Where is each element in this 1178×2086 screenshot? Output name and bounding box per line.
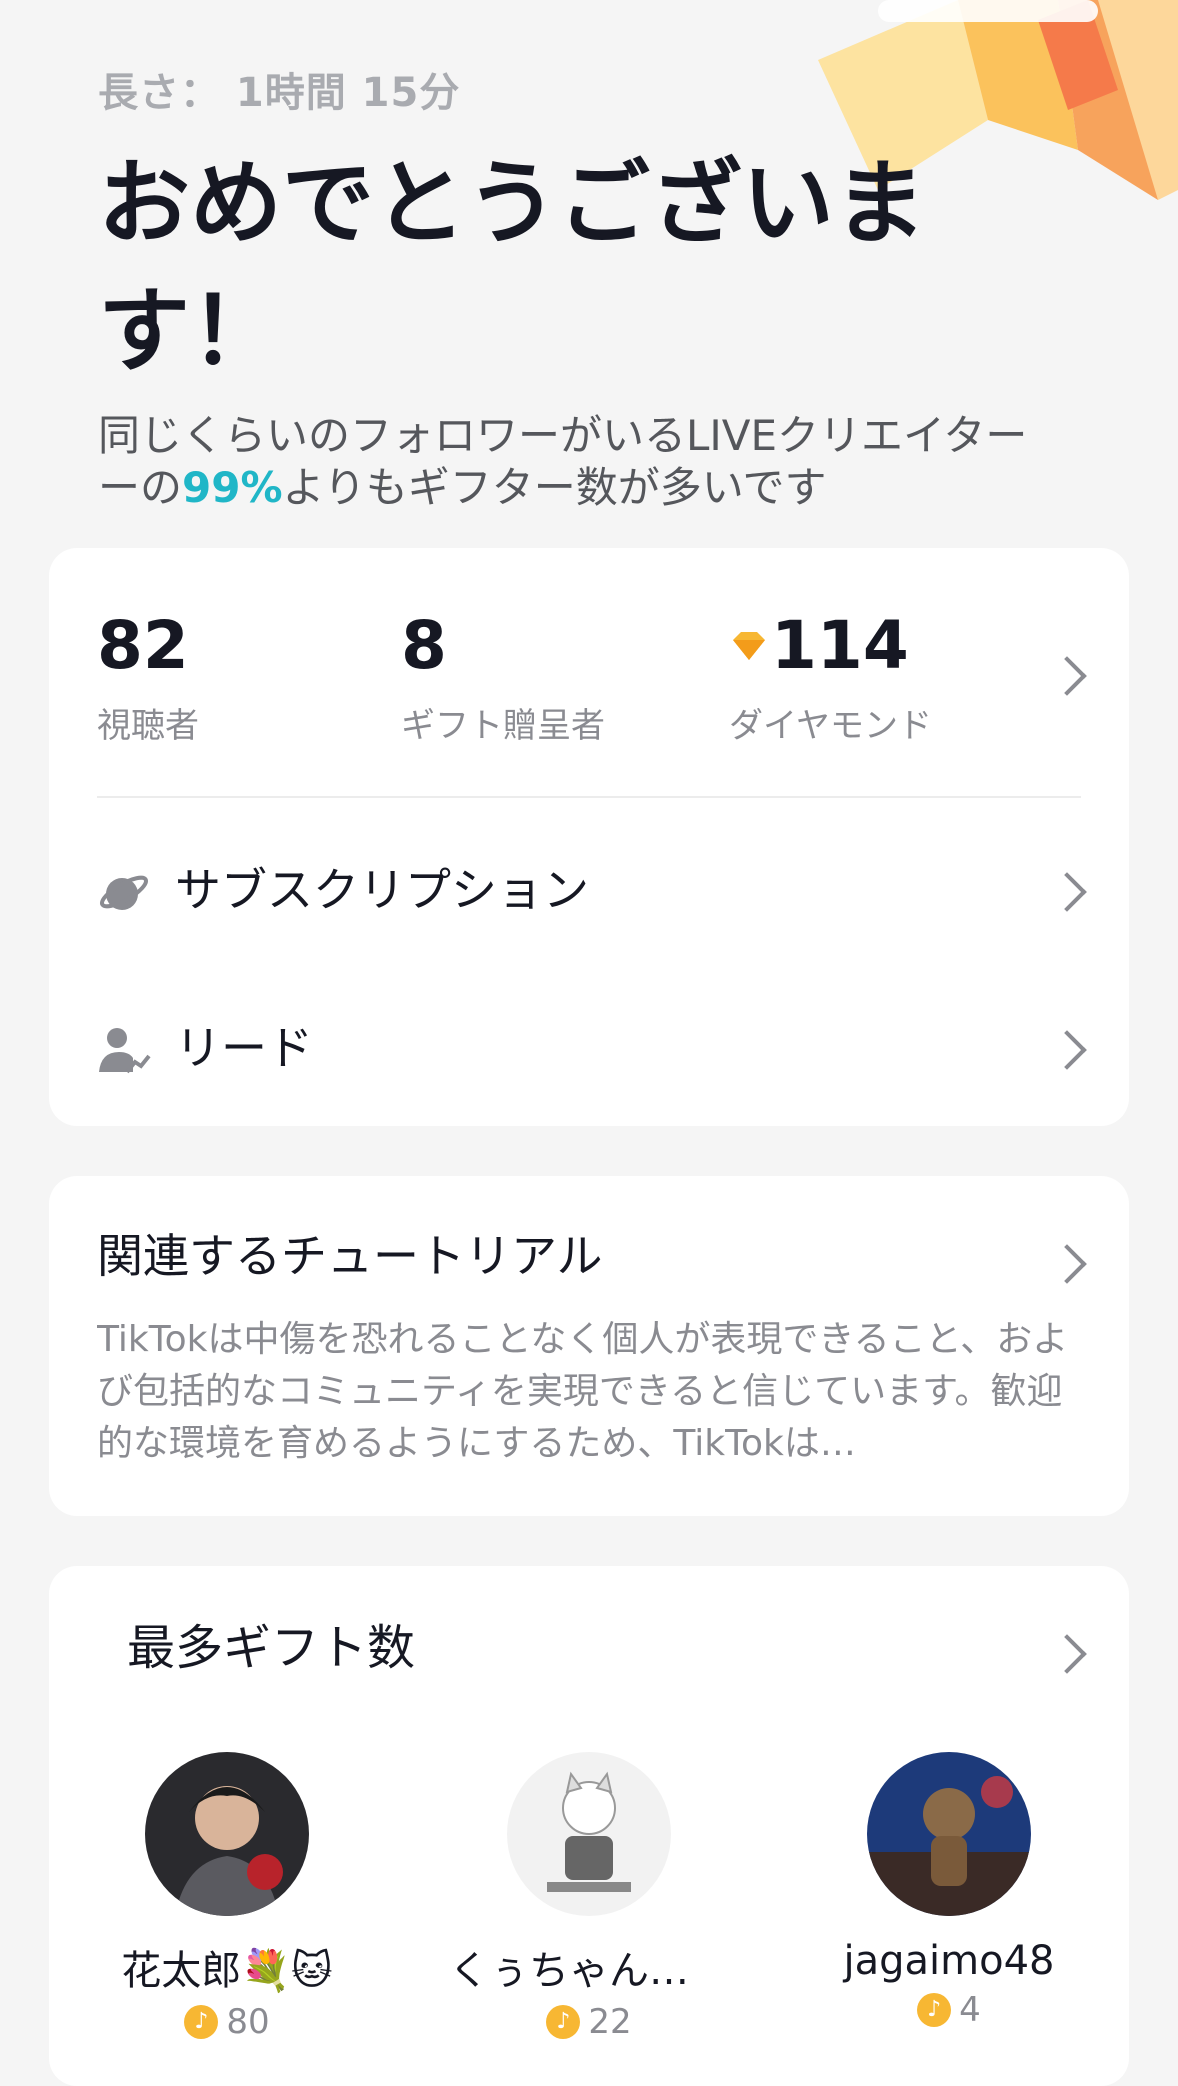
stat-gifters[interactable]: 8 ギフト贈呈者 — [401, 606, 605, 747]
chevron-right-icon — [1047, 1030, 1087, 1070]
coin-icon: ♪ — [546, 2005, 581, 2039]
divider — [97, 796, 1081, 798]
top-gifters-title[interactable]: 最多ギフト数 — [127, 1616, 415, 1680]
coin-icon: ♪ — [917, 1993, 952, 2027]
gifter-item[interactable]: 花太郎💐🐱 ♪ 80 — [77, 1752, 377, 2042]
gifter-item[interactable]: くぅちゃん☠️… ♪ 22 — [439, 1752, 739, 2042]
tutorial-card[interactable]: 関連するチュートリアル TikTokは中傷を恐れることなく個人が表現できること、… — [49, 1176, 1129, 1516]
avatar — [507, 1752, 671, 1916]
subscription-row[interactable]: サブスクリプション — [49, 830, 1129, 950]
stat-diamonds[interactable]: 114 ダイヤモンド — [729, 606, 932, 747]
chevron-right-icon[interactable] — [1047, 1634, 1087, 1674]
percentile-value: 99% — [182, 463, 283, 512]
diamond-icon — [733, 632, 765, 660]
planet-icon — [99, 875, 149, 910]
person-trend-icon — [99, 1028, 151, 1074]
top-gifters-card: 最多ギフト数 花太郎💐🐱 ♪ 80 くぅちゃん☠️… ♪ 22 jagaimo4… — [49, 1566, 1129, 2086]
coin-icon: ♪ — [184, 2005, 219, 2039]
gifter-item[interactable]: jagaimo48 ♪ 4 — [799, 1752, 1099, 2030]
summary-header: 長さ： 1時間 15分 おめでとうございます！ 同じくらいのフォロワーがいるLI… — [98, 60, 1058, 514]
page-title: おめでとうございます！ — [98, 150, 927, 385]
stats-chevron-icon[interactable] — [1047, 656, 1087, 696]
chevron-right-icon — [1047, 1244, 1087, 1284]
avatar — [867, 1752, 1031, 1916]
live-duration: 長さ： 1時間 15分 — [98, 70, 461, 116]
avatar — [145, 1752, 309, 1916]
stat-viewers[interactable]: 82 視聴者 — [97, 606, 199, 747]
tutorial-title: 関連するチュートリアル — [97, 1229, 603, 1283]
tutorial-description: TikTokは中傷を恐れることなく個人が表現できること、および包括的なコミュニテ… — [97, 1319, 1069, 1464]
chevron-right-icon — [1047, 872, 1087, 912]
summary-subtitle: 同じくらいのフォロワーがいるLIVEクリエイターーの99%よりもギフター数が多い… — [98, 411, 1028, 512]
leads-row[interactable]: リード — [49, 988, 1129, 1108]
stats-card: 82 視聴者 8 ギフト贈呈者 114 ダイヤモンド サブスクリプション リード — [49, 548, 1129, 1126]
